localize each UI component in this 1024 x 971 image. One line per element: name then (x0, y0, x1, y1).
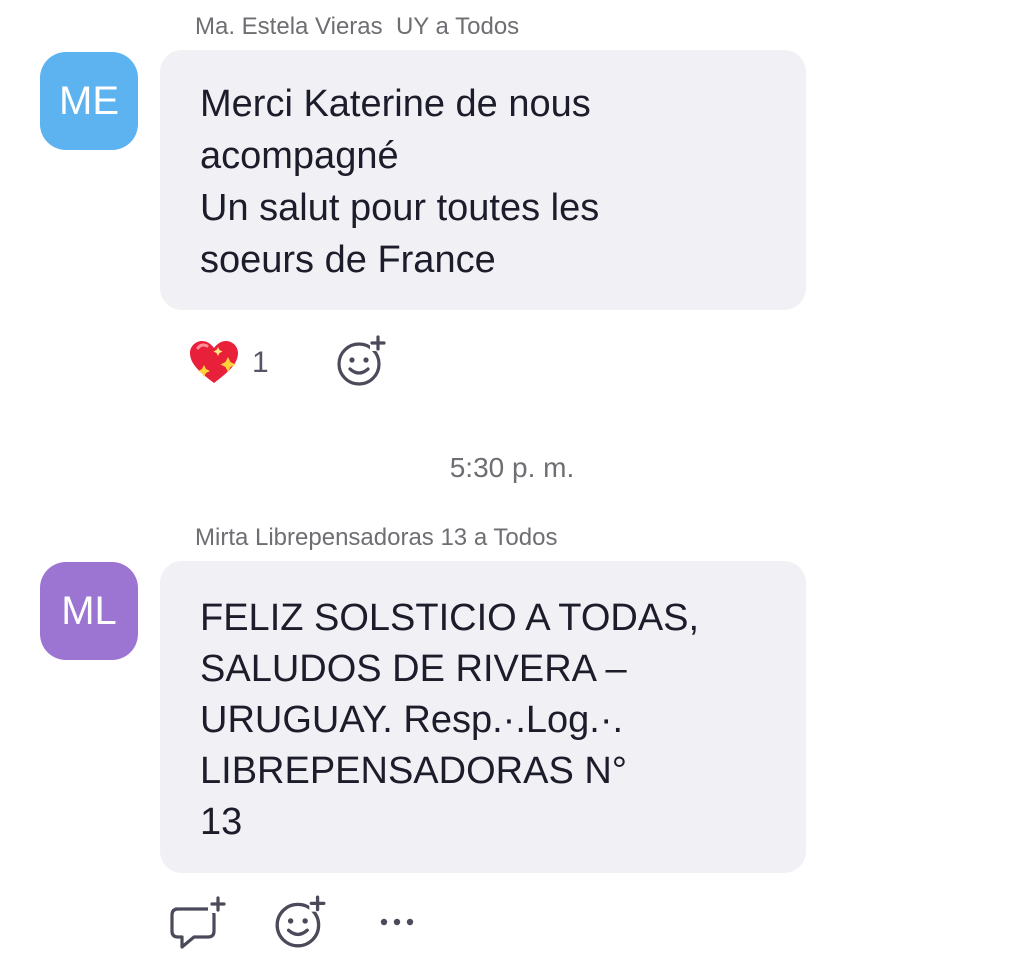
add-reaction-icon[interactable] (272, 893, 330, 956)
message-bubble[interactable]: Merci Katerine de nous acompagné Un salu… (160, 50, 806, 310)
avatar[interactable]: ML (40, 562, 138, 660)
message-text-line: 13 (200, 801, 243, 843)
sparkling-heart-icon (188, 339, 240, 387)
message-text-line: LIBREPENSADORAS N° (200, 750, 627, 792)
add-reaction-icon[interactable] (334, 333, 390, 394)
message-sender: Mirta Librepensadoras 13 a Todos (195, 524, 558, 551)
reaction-chip[interactable]: 1 (188, 335, 269, 391)
message-text-line: FELIZ SOLSTICIO A TODAS, (200, 597, 700, 639)
message-text-line: Un salut pour toutes les (200, 187, 600, 229)
message-actions (168, 893, 428, 953)
message-text-line: acompagné (200, 135, 399, 177)
reaction-count: 1 (252, 346, 269, 379)
reply-in-thread-icon[interactable] (168, 895, 230, 958)
message-text-line: URUGUAY. Resp.·.Log.·. (200, 699, 624, 741)
message-sender: Ma. Estela Vieras UY a Todos (195, 13, 520, 40)
avatar[interactable]: ME (40, 52, 138, 150)
more-options-icon[interactable] (378, 907, 418, 942)
message-text-line: SALUDOS DE RIVERA – (200, 648, 627, 690)
message-text-line: Merci Katerine de nous (200, 83, 591, 125)
chat-view: Ma. Estela Vieras UY a Todos ME Merci Ka… (0, 0, 1024, 971)
message-text-line: soeurs de France (200, 239, 496, 281)
message-bubble[interactable]: FELIZ SOLSTICIO A TODAS, SALUDOS DE RIVE… (160, 561, 806, 873)
timestamp-divider: 5:30 p. m. (449, 452, 575, 483)
